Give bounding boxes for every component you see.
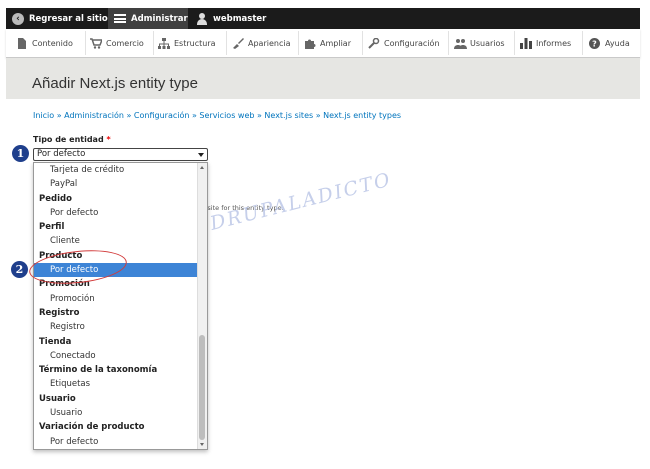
watermark-text: DRUPALADICTO [207, 170, 390, 235]
dropdown-optgroup-label: Usuario [39, 393, 76, 404]
scroll-down-arrow-icon[interactable] [200, 443, 204, 446]
tray-item-label: Apariencia [248, 38, 291, 48]
dropdown-option[interactable]: Cliente [34, 234, 198, 248]
puzzle-icon [304, 38, 316, 49]
tray-item-label: Usuarios [470, 38, 505, 48]
dropdown-optgroup-label: Término de la taxonomía [39, 365, 158, 376]
callout-badge-2: 2 [11, 261, 28, 278]
dropdown-optgroup-label: Variación de producto [39, 422, 145, 433]
tray-item-informes[interactable]: Informes [520, 29, 571, 57]
page-header: Añadir Next.js entity type [6, 58, 640, 99]
page-title: Añadir Next.js entity type [32, 75, 198, 92]
svg-text:?: ? [592, 39, 597, 48]
dropdown-optgroup-label: Registro [39, 307, 80, 318]
required-marker: * [106, 135, 111, 144]
dropdown-optgroup-label: Perfil [39, 222, 65, 233]
admin-tray: Contenido Comercio Estructura Apariencia… [6, 29, 640, 58]
dropdown-option[interactable]: Por defecto [34, 435, 198, 449]
dropdown-option[interactable]: Tarjeta de crédito [34, 163, 198, 177]
dropdown-scrollbar[interactable] [197, 163, 207, 449]
entity-type-label-text: Tipo de entidad [33, 135, 104, 144]
tray-divider [298, 31, 299, 55]
back-arrow-icon: ‹ [12, 12, 24, 25]
user-menu-button[interactable]: webmaster [196, 8, 266, 29]
tray-divider [153, 31, 154, 55]
dropdown-optgroup-label: Tienda [39, 336, 72, 347]
tray-item-comercio[interactable]: Comercio [90, 29, 144, 57]
dropdown-option[interactable]: Conectado [34, 349, 198, 363]
tray-item-apariencia[interactable]: Apariencia [232, 29, 290, 57]
tray-divider [362, 31, 363, 55]
tray-divider [226, 31, 227, 55]
breadcrumb[interactable]: Inicio » Administración » Configuración … [33, 111, 401, 120]
entity-type-label: Tipo de entidad * [33, 135, 111, 144]
scroll-up-arrow-icon[interactable] [200, 166, 204, 169]
tray-item-configuracion[interactable]: Configuración [368, 29, 440, 57]
people-icon [454, 38, 467, 49]
cart-icon [90, 37, 104, 49]
scroll-thumb[interactable] [199, 335, 205, 440]
back-to-site-link[interactable]: ‹ Regresar al sitio [12, 8, 108, 29]
manage-menu-button[interactable]: Administrar [108, 8, 188, 29]
manage-label: Administrar [131, 13, 188, 24]
admin-toolbar: ‹ Regresar al sitio Administrar webmaste… [6, 8, 640, 29]
dropdown-option[interactable]: Registro [34, 320, 198, 334]
tray-item-estructura[interactable]: Estructura [158, 29, 216, 57]
chevron-down-icon [198, 153, 204, 157]
tray-item-ayuda[interactable]: ? Ayuda [589, 29, 630, 57]
dropdown-option[interactable]: PayPal [34, 177, 198, 191]
tray-divider [582, 31, 583, 55]
tray-item-label: Configuración [384, 38, 440, 48]
help-icon: ? [589, 37, 600, 49]
callout-badge-1: 1 [12, 145, 29, 162]
wrench-icon [368, 37, 380, 49]
dropdown-option[interactable]: Promoción [34, 292, 198, 306]
tray-item-usuarios[interactable]: Usuarios [454, 29, 505, 57]
entity-type-select[interactable]: Por defecto [33, 148, 208, 161]
tray-divider [448, 31, 449, 55]
tray-item-label: Ayuda [605, 38, 630, 48]
page-icon [16, 37, 27, 49]
entity-type-dropdown[interactable]: Tarjeta de crédito PayPal Pedido Por defect… [33, 162, 208, 450]
tray-item-label: Contenido [32, 38, 73, 48]
dropdown-optgroup-label: Pedido [39, 193, 72, 204]
sitemap-icon [158, 37, 170, 49]
tray-divider [514, 31, 515, 55]
back-to-site-label: Regresar al sitio [29, 13, 108, 24]
paintbrush-icon [232, 37, 244, 49]
dropdown-options: Tarjeta de crédito PayPal Pedido Por defect… [34, 163, 198, 449]
hamburger-icon [114, 14, 126, 23]
tray-item-label: Estructura [174, 38, 216, 48]
user-icon [196, 12, 208, 25]
dropdown-option[interactable]: Etiquetas [34, 377, 198, 391]
dropdown-option[interactable]: Por defecto [34, 206, 198, 220]
tray-item-ampliar[interactable]: Ampliar [304, 29, 351, 57]
dropdown-option[interactable]: Usuario [34, 406, 198, 420]
tray-item-label: Ampliar [320, 38, 351, 48]
tray-item-contenido[interactable]: Contenido [16, 29, 73, 57]
bar-chart-icon [520, 37, 532, 49]
tray-item-label: Comercio [106, 38, 144, 48]
user-label: webmaster [213, 13, 267, 24]
tray-divider [85, 31, 86, 55]
tray-item-label: Informes [536, 38, 572, 48]
entity-type-select-value: Por defecto [37, 149, 86, 159]
